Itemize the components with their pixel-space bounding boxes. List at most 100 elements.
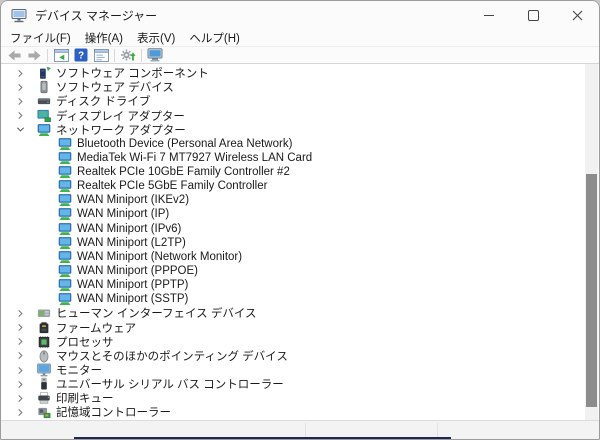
network-adapter-icon — [57, 150, 72, 165]
network-adapter-icon — [36, 122, 51, 137]
maximize-button[interactable] — [511, 1, 555, 29]
tree-row[interactable]: WAN Miniport (IPv6) — [2, 222, 585, 236]
chevron-collapsed-icon[interactable] — [16, 108, 36, 122]
device-tree: ソフトウェア コンポーネント ソフトウェア デバイス ディスク ドライブ ディスプレイ… — [2, 64, 585, 420]
menu-action[interactable]: 操作(A) — [78, 29, 130, 46]
chevron-collapsed-icon[interactable] — [16, 377, 36, 391]
tree-row[interactable]: Bluetooth Device (Personal Area Network) — [2, 137, 585, 151]
tree-row[interactable]: ユニバーサル シリアル バス コントローラー — [2, 377, 585, 391]
tree-row[interactable]: WAN Miniport (PPTP) — [2, 278, 585, 292]
show-console-tree-icon — [53, 48, 69, 62]
chevron-collapsed-icon[interactable] — [16, 321, 36, 335]
show-console-tree-button[interactable] — [51, 47, 71, 63]
menu-help[interactable]: ヘルプ(H) — [182, 29, 246, 46]
toolbar-separator — [141, 48, 142, 62]
scrollbar-thumb[interactable] — [586, 174, 597, 407]
statusbar-separator — [437, 423, 438, 438]
tree-item-label: WAN Miniport (PPPOE) — [77, 265, 198, 278]
tree-row[interactable]: プロセッサ — [2, 335, 585, 349]
back-button[interactable] — [4, 47, 24, 63]
titlebar: デバイス マネージャー — [1, 1, 599, 29]
network-adapter-icon — [57, 264, 72, 279]
chevron-collapsed-icon[interactable] — [16, 405, 36, 419]
vertical-scrollbar[interactable] — [585, 64, 598, 420]
chevron-collapsed-icon[interactable] — [16, 335, 36, 349]
tree-row[interactable]: WAN Miniport (PPPOE) — [2, 264, 585, 278]
help-icon: ? — [74, 48, 88, 62]
chevron-collapsed-icon[interactable] — [16, 349, 36, 363]
tree-row[interactable]: ソフトウェア デバイス — [2, 80, 585, 94]
help-button[interactable]: ? — [71, 47, 91, 63]
software-device-icon — [36, 80, 51, 95]
chevron-collapsed-icon[interactable] — [16, 306, 36, 320]
menu-file[interactable]: ファイル(F) — [3, 29, 78, 46]
tree-row[interactable]: Realtek PCIe 10GbE Family Controller #2 — [2, 165, 585, 179]
network-adapter-icon — [57, 193, 72, 208]
network-adapter-icon — [57, 249, 72, 264]
tree-row[interactable]: モニター — [2, 363, 585, 377]
tree-item-label: WAN Miniport (IPv6) — [77, 222, 182, 235]
network-adapter-icon — [57, 221, 72, 236]
forward-button[interactable] — [24, 47, 44, 63]
statusbar-separator — [305, 423, 306, 438]
tree-row[interactable]: ヒューマン インターフェイス デバイス — [2, 306, 585, 320]
menu-view[interactable]: 表示(V) — [130, 29, 182, 46]
maximize-icon — [527, 9, 539, 21]
tree-row[interactable]: マウスとそのほかのポインティング デバイス — [2, 349, 585, 363]
tree-row[interactable]: MediaTek Wi-Fi 7 MT7927 Wireless LAN Car… — [2, 151, 585, 165]
chevron-collapsed-icon[interactable] — [16, 94, 36, 108]
chevron-collapsed-icon[interactable] — [16, 80, 36, 94]
software-component-icon — [36, 66, 51, 81]
tree-row[interactable]: ネットワーク アダプター — [2, 123, 585, 137]
tree-item-label: 記憶域コントローラー — [56, 407, 171, 420]
tree-row[interactable]: 印刷キュー — [2, 391, 585, 405]
tree-row[interactable]: WAN Miniport (IP) — [2, 207, 585, 221]
tree-row[interactable]: ディスプレイ アダプター — [2, 108, 585, 123]
tree-row[interactable]: ディスク ドライブ — [2, 94, 585, 108]
tree-row[interactable]: 記憶域コントローラー — [2, 405, 585, 419]
tree-item-label: ネットワーク アダプター — [56, 124, 186, 137]
tree-item-label: WAN Miniport (SSTP) — [77, 293, 189, 306]
device-manager-app-icon — [11, 8, 27, 23]
toolbar-separator — [114, 48, 115, 62]
hid-icon — [36, 306, 51, 321]
tree-row[interactable]: Realtek PCIe 5GbE Family Controller — [2, 179, 585, 193]
network-adapter-icon — [57, 179, 72, 194]
network-adapter-icon — [57, 207, 72, 222]
chevron-collapsed-icon[interactable] — [16, 363, 36, 377]
tree-row[interactable]: ソフトウェア コンポーネント — [2, 66, 585, 80]
tree-row[interactable]: ファームウェア — [2, 321, 585, 335]
tree-row[interactable]: WAN Miniport (IKEv2) — [2, 193, 585, 207]
tree-row[interactable]: WAN Miniport (SSTP) — [2, 292, 585, 306]
minimize-button[interactable] — [467, 1, 511, 29]
close-button[interactable] — [555, 1, 599, 29]
print-queue-icon — [36, 391, 51, 406]
scan-hardware-changes-button[interactable] — [118, 47, 138, 63]
properties-icon — [93, 48, 109, 62]
chevron-collapsed-icon[interactable] — [16, 391, 36, 405]
properties-button[interactable] — [91, 47, 111, 63]
chevron-expanded-icon[interactable] — [16, 123, 36, 137]
tree-item-label: Realtek PCIe 5GbE Family Controller — [77, 180, 268, 193]
tree-item-label: WAN Miniport (IP) — [77, 208, 170, 221]
window-title: デバイス マネージャー — [35, 8, 158, 23]
tree-item-label: Realtek PCIe 10GbE Family Controller #2 — [77, 166, 290, 179]
svg-text:?: ? — [78, 51, 84, 62]
back-icon — [7, 49, 22, 62]
device-manager-toolbar-button[interactable] — [145, 47, 165, 63]
tree-item-label: WAN Miniport (PPTP) — [77, 279, 189, 292]
tree-row[interactable]: WAN Miniport (Network Monitor) — [2, 250, 585, 264]
tree-row[interactable]: WAN Miniport (L2TP) — [2, 236, 585, 250]
chevron-collapsed-icon[interactable] — [16, 66, 36, 80]
